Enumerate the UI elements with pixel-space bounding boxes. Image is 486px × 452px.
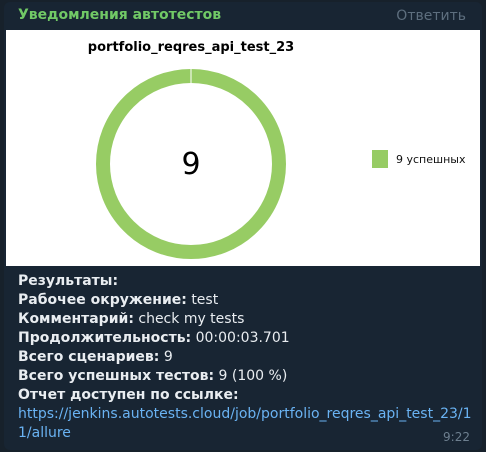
report-link[interactable]: https://jenkins.autotests.cloud/job/port…: [18, 406, 472, 441]
legend-label: 9 успешных: [396, 153, 466, 166]
field-value: 00:00:03.701: [195, 330, 290, 346]
field-environment: Рабочее окружение: test: [18, 291, 478, 310]
field-duration: Продолжительность: 00:00:03.701: [18, 329, 478, 348]
report-link-wrap: https://jenkins.autotests.cloud/job/port…: [18, 405, 478, 443]
field-value: 9: [163, 349, 173, 365]
field-value: 9 (100 %): [218, 368, 288, 384]
field-label: Комментарий:: [18, 311, 134, 327]
message-time: 9:22: [443, 430, 470, 444]
field-label: Продолжительность:: [18, 330, 192, 346]
sender-name[interactable]: Уведомления автотестов: [18, 7, 221, 23]
reply-button[interactable]: Ответить: [396, 8, 466, 24]
report-label: Отчет доступен по ссылке:: [18, 387, 239, 403]
field-passed: Всего успешных тестов: 9 (100 %): [18, 367, 478, 386]
message-text: Результаты: Рабочее окружение: test Комм…: [18, 272, 478, 443]
field-scenarios: Всего сценариев: 9: [18, 348, 478, 367]
field-label: Рабочее окружение:: [18, 292, 187, 308]
results-heading: Результаты:: [18, 273, 119, 289]
donut-chart: 9: [96, 69, 286, 259]
chart-image[interactable]: portfolio_reqres_api_test_23 9 9 успешны…: [6, 30, 480, 266]
field-label: Всего сценариев:: [18, 349, 160, 365]
legend-swatch: [372, 150, 388, 168]
message-bubble: Уведомления автотестов Ответить portfoli…: [4, 2, 482, 450]
donut-center-value: 9: [181, 147, 200, 182]
field-value: check my tests: [138, 311, 245, 327]
field-value: test: [191, 292, 219, 308]
field-label: Всего успешных тестов:: [18, 368, 215, 384]
field-comment: Комментарий: check my tests: [18, 310, 478, 329]
message-header: Уведомления автотестов Ответить: [4, 2, 482, 30]
